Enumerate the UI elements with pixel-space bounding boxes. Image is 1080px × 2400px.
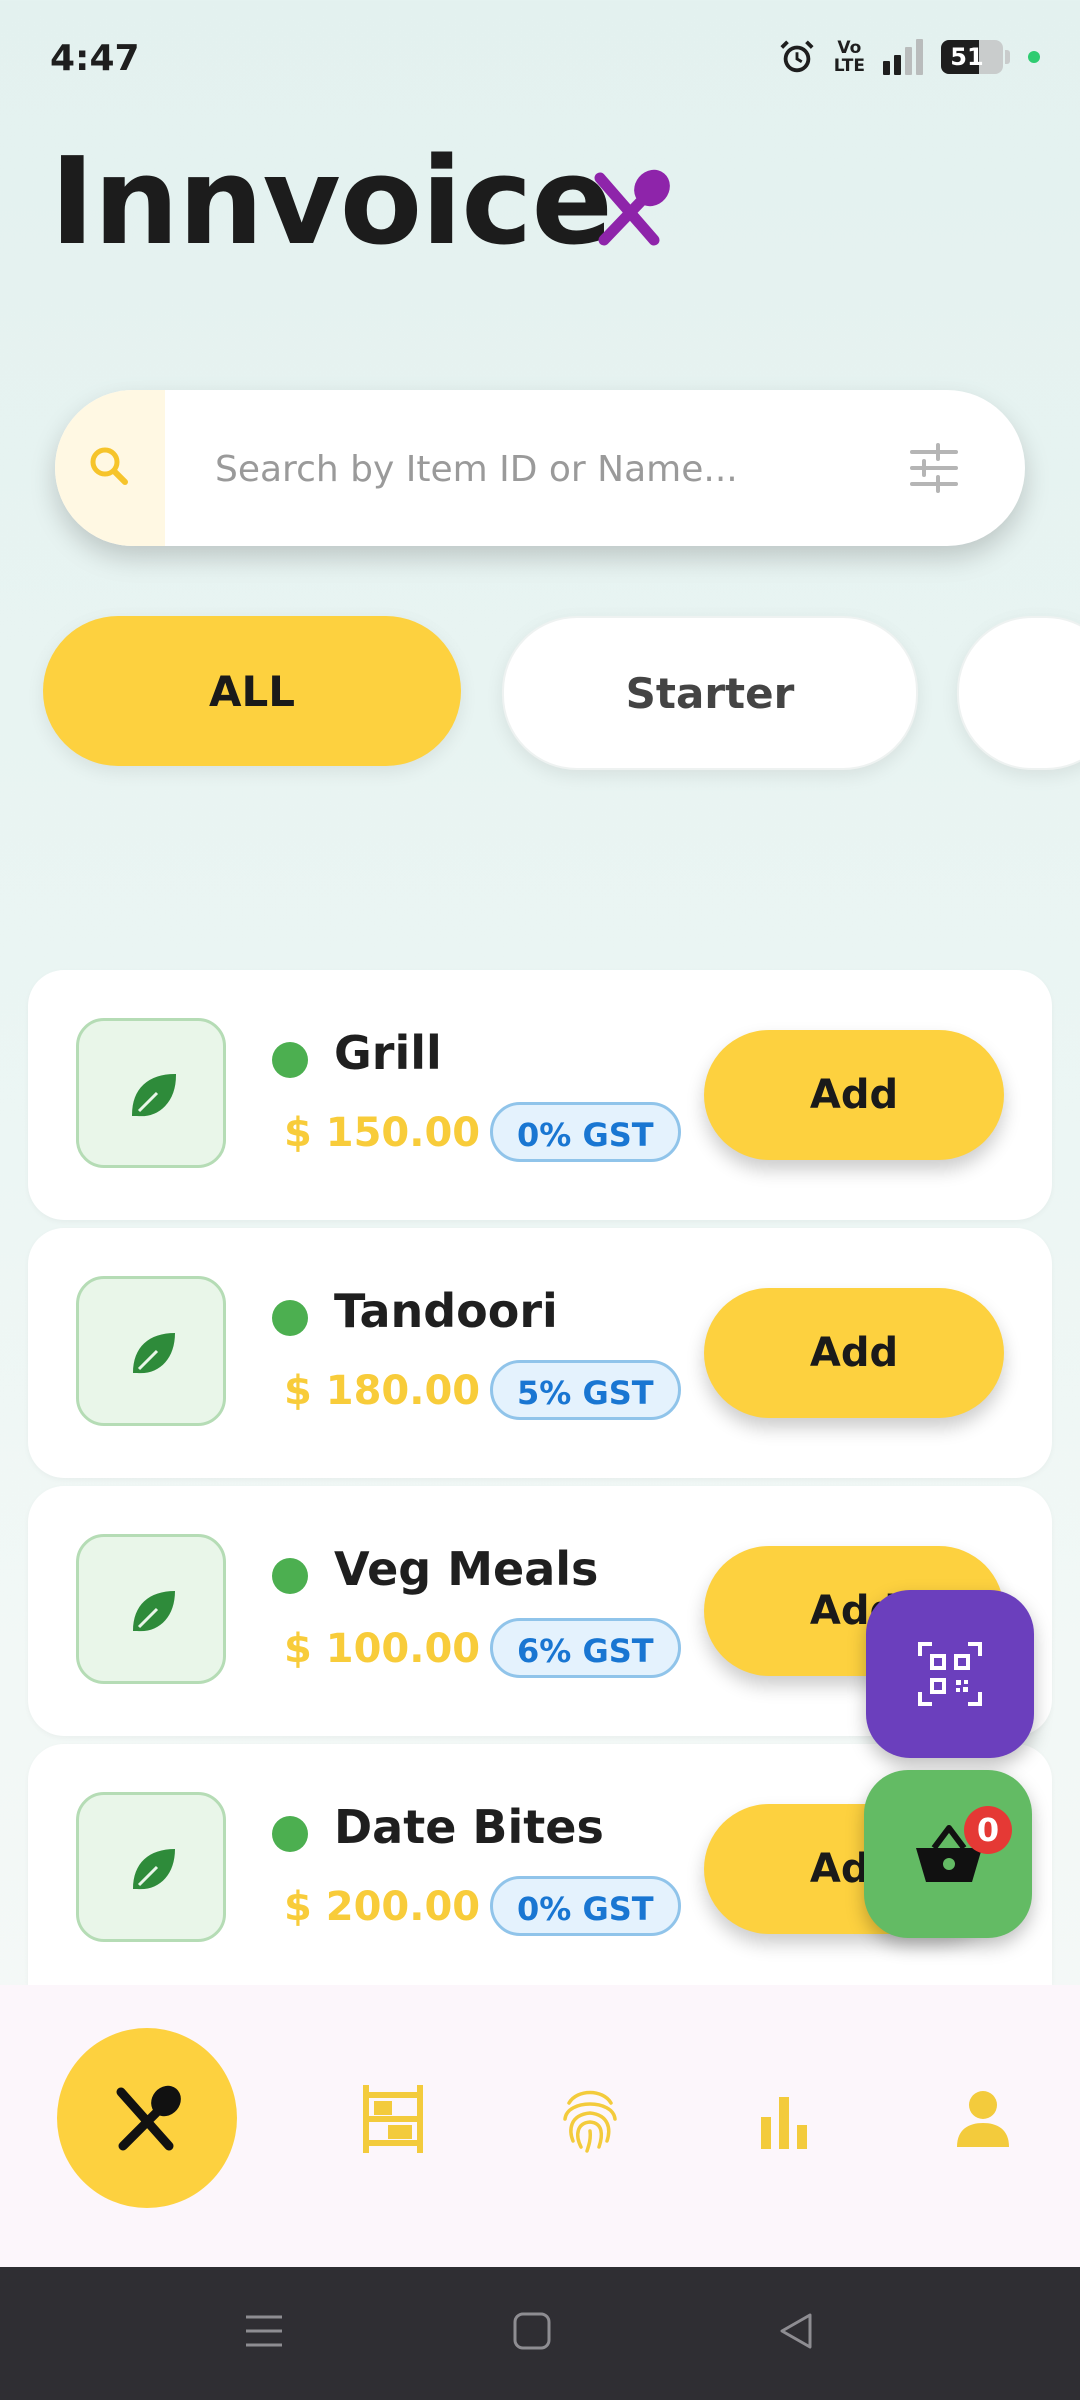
qr-code-icon [918, 1642, 982, 1706]
item-thumbnail [76, 1792, 226, 1942]
fork-spoon-icon [594, 169, 670, 246]
bottom-navigation [0, 1985, 1080, 2267]
status-time: 4:47 [50, 38, 140, 79]
person-icon[interactable] [955, 2089, 1011, 2147]
fingerprint-icon[interactable] [561, 2085, 619, 2153]
nav-menu-button[interactable] [57, 2028, 237, 2208]
leaf-icon [133, 1591, 175, 1632]
gst-badge: 0% GST [490, 1876, 681, 1936]
app-title: Innvoice [50, 133, 613, 272]
item-name: Date Bites [334, 1800, 604, 1854]
status-bar: 4:47 Vo LTE 51 [0, 0, 1080, 120]
item-thumbnail [76, 1276, 226, 1426]
search-input[interactable] [213, 438, 857, 500]
recent-apps-icon[interactable] [244, 2311, 284, 2351]
veg-indicator [272, 1558, 308, 1594]
item-price: $ 100.00 [284, 1626, 481, 1672]
item-price: $ 200.00 [284, 1884, 481, 1930]
item-name: Veg Meals [334, 1542, 599, 1596]
alarm-icon [780, 40, 814, 73]
category-chip-partial[interactable] [957, 616, 1080, 770]
home-icon[interactable] [512, 2311, 552, 2351]
item-name: Grill [334, 1026, 442, 1080]
item-thumbnail [76, 1534, 226, 1684]
item-thumbnail [76, 1018, 226, 1168]
filter-icon[interactable] [908, 442, 960, 494]
search-icon [90, 447, 128, 485]
item-name: Tandoori [334, 1284, 558, 1338]
list-item: Grill $ 150.00 0% GST Add [28, 970, 1052, 1220]
gst-badge: 5% GST [490, 1360, 681, 1420]
search-icon-wrap [55, 390, 165, 546]
list-item: Tandoori $ 180.00 5% GST Add [28, 1228, 1052, 1478]
battery-cap [1005, 50, 1010, 64]
bar-chart-icon[interactable] [757, 2093, 813, 2149]
search-bar[interactable] [55, 390, 1025, 546]
category-chip-starter[interactable]: Starter [502, 616, 918, 770]
battery-level: 51 [950, 43, 984, 71]
back-icon[interactable] [776, 2311, 816, 2351]
leaf-icon [131, 1073, 177, 1117]
gst-badge: 0% GST [490, 1102, 681, 1162]
leaf-icon [133, 1333, 175, 1374]
gst-badge: 6% GST [490, 1618, 681, 1678]
category-chip-all[interactable]: ALL [43, 616, 461, 766]
system-navigation-bar [0, 2267, 1080, 2400]
shelf-icon[interactable] [362, 2085, 424, 2153]
signal-icon [883, 39, 923, 75]
cart-button[interactable]: 0 [864, 1770, 1032, 1938]
qr-scan-button[interactable] [866, 1590, 1034, 1758]
veg-indicator [272, 1300, 308, 1336]
volte-icon: Vo LTE [833, 38, 865, 76]
item-price: $ 180.00 [284, 1368, 481, 1414]
veg-indicator [272, 1042, 308, 1078]
veg-indicator [272, 1816, 308, 1852]
leaf-icon [133, 1849, 175, 1890]
fork-spoon-icon [116, 2085, 181, 2151]
battery-icon: 51 [941, 40, 1003, 74]
status-icons: Vo LTE 51 [778, 38, 1040, 76]
item-price: $ 150.00 [284, 1110, 481, 1156]
privacy-indicator-dot [1028, 51, 1040, 63]
add-button[interactable]: Add [704, 1288, 1004, 1418]
cart-count-badge: 0 [964, 1806, 1012, 1854]
add-button[interactable]: Add [704, 1030, 1004, 1160]
